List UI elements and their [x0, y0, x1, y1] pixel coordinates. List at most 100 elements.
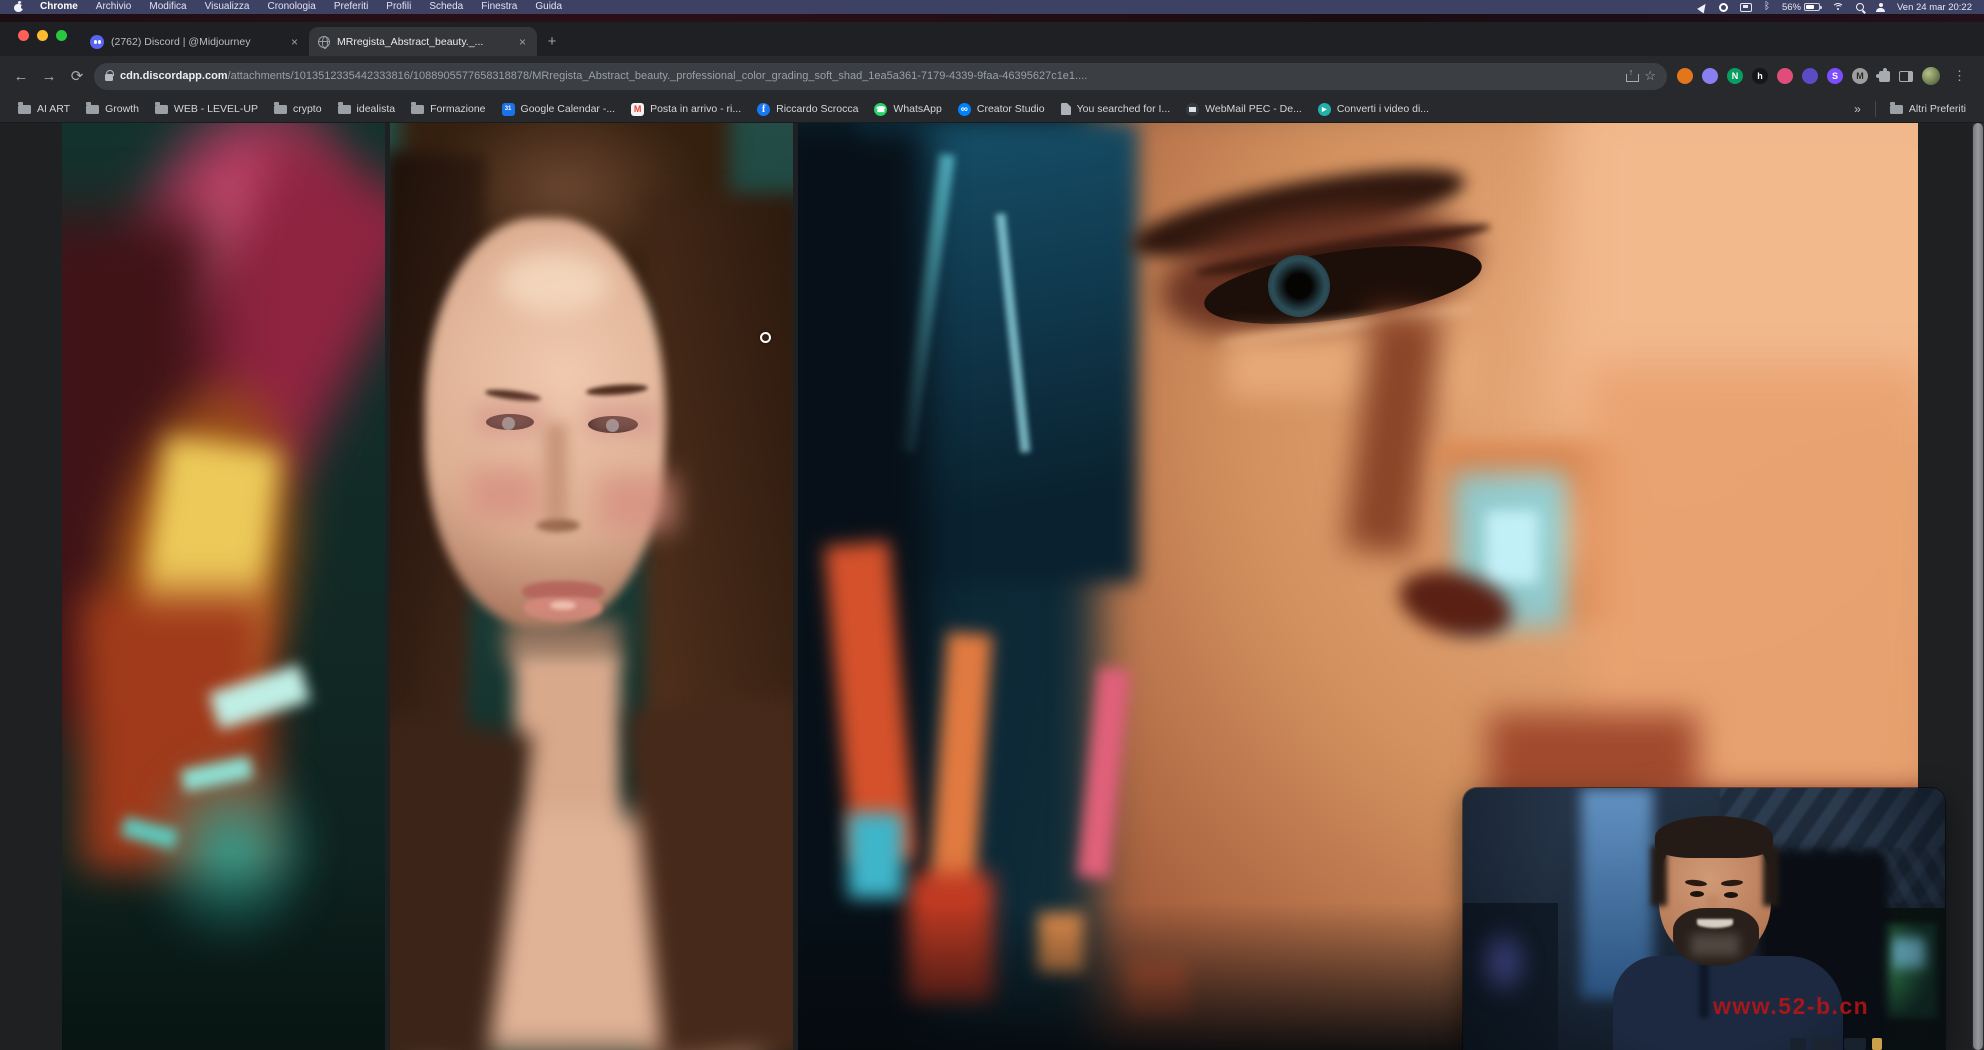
other-bookmarks[interactable]: Altri Preferiti — [1882, 103, 1974, 115]
extension-icon-2[interactable] — [1702, 68, 1718, 84]
folder-icon — [274, 105, 287, 114]
menu-chrome[interactable]: Chrome — [31, 0, 87, 14]
zoom-window-button[interactable] — [56, 30, 67, 41]
bookmark-folder-formazione[interactable]: Formazione — [403, 103, 493, 115]
display-icon[interactable] — [1740, 3, 1752, 12]
menubar-status-area: ᛒ 56% Ven 24 mar 20:22 — [1699, 2, 1972, 13]
mouse-cursor — [760, 332, 771, 343]
menu-archivio[interactable]: Archivio — [87, 0, 141, 14]
bookmark-you-searched[interactable]: You searched for I... — [1053, 103, 1179, 115]
bookmark-converti-video[interactable]: ▶Converti i video di... — [1310, 103, 1437, 116]
desktop-wallpaper-sliver — [0, 14, 1984, 22]
battery-percent: 56% — [1782, 2, 1801, 13]
tab-title: (2762) Discord | @Midjourney — [111, 36, 282, 48]
chrome-menu-icon[interactable]: ⋮ — [1949, 68, 1970, 84]
tab-image-active[interactable]: MRregista_Abstract_beauty._... × — [309, 27, 537, 56]
gmail-icon: M — [631, 103, 644, 116]
menu-modifica[interactable]: Modifica — [140, 0, 195, 14]
battery-indicator[interactable]: 56% — [1782, 2, 1820, 13]
spotlight-search-icon[interactable] — [1856, 3, 1864, 11]
bluetooth-icon[interactable]: ᛒ — [1764, 2, 1770, 12]
back-button[interactable]: ← — [10, 68, 32, 85]
extensions-puzzle-icon[interactable] — [1879, 71, 1890, 82]
url-domain: cdn.discordapp.com — [120, 70, 228, 82]
url-text: cdn.discordapp.com/attachments/101351233… — [120, 70, 1619, 82]
bookmark-creator-studio[interactable]: ∞Creator Studio — [950, 103, 1053, 116]
artwork-panel-abstract — [62, 123, 385, 1050]
user-switch-icon[interactable] — [1876, 3, 1885, 12]
scrollbar-thumb[interactable] — [1973, 123, 1983, 1050]
extension-icon-3[interactable]: N — [1727, 68, 1743, 84]
bookmark-folder-ai-art[interactable]: AI ART — [10, 103, 78, 115]
folder-icon — [411, 105, 424, 114]
folder-icon — [155, 105, 168, 114]
apple-menu-icon[interactable] — [14, 2, 23, 12]
menu-profili[interactable]: Profili — [377, 0, 420, 14]
video-converter-icon: ▶ — [1318, 103, 1331, 116]
meta-icon: ∞ — [958, 103, 971, 116]
bookmark-gmail[interactable]: MPosta in arrivo - ri... — [623, 103, 749, 116]
bookmark-folder-growth[interactable]: Growth — [78, 103, 147, 115]
bookmark-webmail-pec[interactable]: WebMail PEC - De... — [1178, 103, 1310, 116]
extension-icon-8[interactable]: M — [1852, 68, 1868, 84]
webmail-icon — [1186, 103, 1199, 116]
webcam-overlay — [1463, 788, 1945, 1050]
bookmark-folder-web-level-up[interactable]: WEB - LEVEL-UP — [147, 103, 266, 115]
folder-icon — [18, 105, 31, 114]
menu-scheda[interactable]: Scheda — [420, 0, 472, 14]
bookmark-folder-idealista[interactable]: idealista — [330, 103, 404, 115]
bookmarks-divider — [1875, 101, 1876, 117]
extension-icon-7[interactable]: S — [1827, 68, 1843, 84]
menu-preferiti[interactable]: Preferiti — [325, 0, 377, 14]
new-tab-button[interactable]: + — [537, 27, 567, 56]
close-window-button[interactable] — [18, 30, 29, 41]
tab-discord[interactable]: (2762) Discord | @Midjourney × — [81, 27, 309, 56]
tab-close-icon[interactable]: × — [289, 35, 300, 49]
caption-fragment — [1790, 1038, 1806, 1050]
scrollbar-track[interactable] — [1972, 123, 1984, 1050]
bookmarks-bar: AI ART Growth WEB - LEVEL-UP crypto idea… — [0, 96, 1984, 123]
record-icon[interactable] — [1719, 3, 1728, 12]
bookmark-whatsapp[interactable]: ☎WhatsApp — [866, 103, 949, 116]
side-panel-icon[interactable] — [1899, 71, 1913, 82]
folder-icon — [338, 105, 351, 114]
window-controls — [8, 22, 81, 56]
tab-strip: (2762) Discord | @Midjourney × MRregista… — [0, 22, 1984, 56]
watermark-text: www.52-b.cn — [1713, 993, 1869, 1020]
globe-favicon — [318, 36, 330, 48]
caption-fragment — [1872, 1038, 1882, 1050]
caption-fragment — [1844, 1038, 1866, 1050]
extension-icon-4[interactable]: h — [1752, 68, 1768, 84]
bookmark-folder-crypto[interactable]: crypto — [266, 103, 330, 115]
extension-icon-1[interactable] — [1677, 68, 1693, 84]
tab-close-icon[interactable]: × — [517, 35, 528, 49]
bookmark-facebook[interactable]: fRiccardo Scrocca — [749, 103, 866, 116]
reload-button[interactable]: ⟳ — [66, 67, 88, 85]
macos-menubar: Chrome Archivio Modifica Visualizza Cron… — [0, 0, 1984, 14]
forward-button[interactable]: → — [38, 68, 60, 85]
google-calendar-icon: 31 — [502, 103, 515, 116]
bookmarks-overflow-chevron[interactable]: » — [1846, 102, 1869, 116]
address-bar[interactable]: cdn.discordapp.com/attachments/101351233… — [94, 63, 1667, 90]
extension-icon-6[interactable] — [1802, 68, 1818, 84]
menu-guida[interactable]: Guida — [526, 0, 571, 14]
macos-desktop: { "menubar": { "app_menu": ["Chrome", "A… — [0, 0, 1984, 1050]
menu-finestra[interactable]: Finestra — [472, 0, 526, 14]
location-services-icon[interactable] — [1697, 1, 1709, 13]
profile-avatar[interactable] — [1922, 67, 1940, 85]
lock-icon[interactable] — [105, 74, 113, 81]
wifi-icon[interactable] — [1832, 3, 1844, 12]
bookmark-google-calendar[interactable]: 31Google Calendar -... — [494, 103, 624, 116]
menu-visualizza[interactable]: Visualizza — [196, 0, 259, 14]
bookmark-star-icon[interactable]: ☆ — [1644, 68, 1656, 84]
browser-toolbar: ← → ⟳ cdn.discordapp.com/attachments/101… — [0, 56, 1984, 96]
minimize-window-button[interactable] — [37, 30, 48, 41]
menu-cronologia[interactable]: Cronologia — [258, 0, 324, 14]
page-icon — [1061, 103, 1071, 115]
extension-icon-5[interactable] — [1777, 68, 1793, 84]
tab-title: MRregista_Abstract_beauty._... — [337, 36, 510, 48]
menubar-clock[interactable]: Ven 24 mar 20:22 — [1897, 2, 1972, 13]
share-icon[interactable] — [1626, 70, 1637, 82]
folder-icon — [86, 105, 99, 114]
folder-icon — [1890, 105, 1903, 114]
